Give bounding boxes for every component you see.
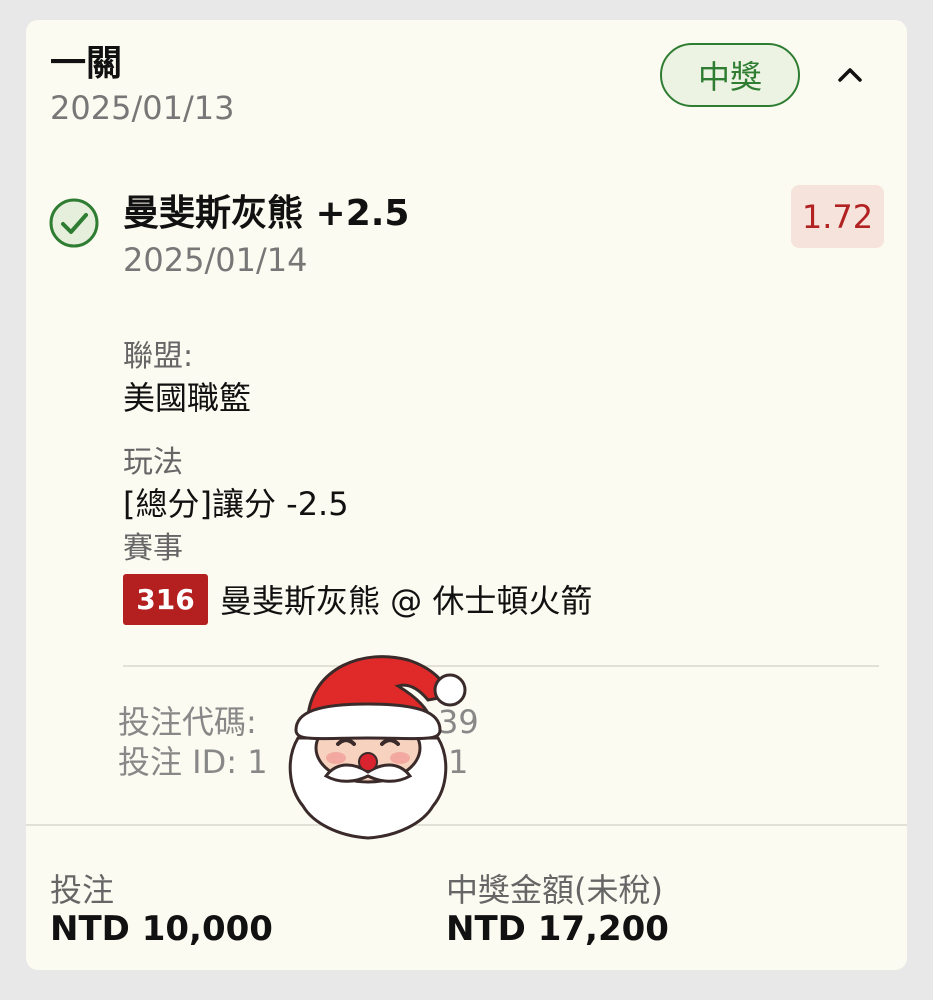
event-name: 曼斐斯灰熊 @ 休士頓火箭 bbox=[220, 582, 593, 620]
odds-badge: 1.72 bbox=[791, 185, 884, 248]
market-value: [總分]讓分 -2.5 bbox=[123, 485, 349, 523]
check-circle-icon bbox=[49, 198, 99, 248]
league-label: 聯盟: bbox=[123, 339, 194, 374]
selection-title: 曼斐斯灰熊 +2.5 bbox=[123, 193, 410, 234]
odds-value: 1.72 bbox=[801, 197, 874, 236]
collapse-button[interactable] bbox=[830, 54, 870, 94]
event-row: 316 曼斐斯灰熊 @ 休士頓火箭 bbox=[123, 573, 592, 625]
bet-card: 一關 2025/01/13 中獎 曼斐斯灰熊 +2.5 2025/01/14 1… bbox=[26, 20, 907, 970]
bet-id-label: 投注 ID: 1 bbox=[118, 743, 268, 781]
bet-code-label: 投注代碼: bbox=[118, 703, 257, 741]
section-divider bbox=[123, 665, 879, 667]
chevron-up-icon bbox=[838, 68, 862, 82]
santa-claus-sticker bbox=[288, 655, 467, 840]
bet-type-title: 一關 bbox=[50, 43, 123, 84]
status-badge-label: 中獎 bbox=[697, 58, 762, 96]
stake-value: NTD 10,000 bbox=[50, 909, 273, 949]
event-label: 賽事 bbox=[123, 531, 183, 566]
bet-date: 2025/01/13 bbox=[50, 89, 235, 127]
bet-id: 投注 ID: 1 1 bbox=[118, 742, 468, 782]
selection-date: 2025/01/14 bbox=[123, 241, 308, 279]
status-badge: 中獎 bbox=[660, 43, 800, 107]
market-label: 玩法 bbox=[123, 445, 183, 480]
payout-value: NTD 17,200 bbox=[446, 909, 669, 949]
payout-label: 中獎金額(未稅) bbox=[446, 871, 663, 909]
league-value: 美國職籃 bbox=[123, 379, 252, 417]
stake-label: 投注 bbox=[50, 871, 115, 909]
bet-code: 投注代碼: 39 bbox=[118, 702, 479, 742]
event-code-badge: 316 bbox=[123, 573, 208, 625]
